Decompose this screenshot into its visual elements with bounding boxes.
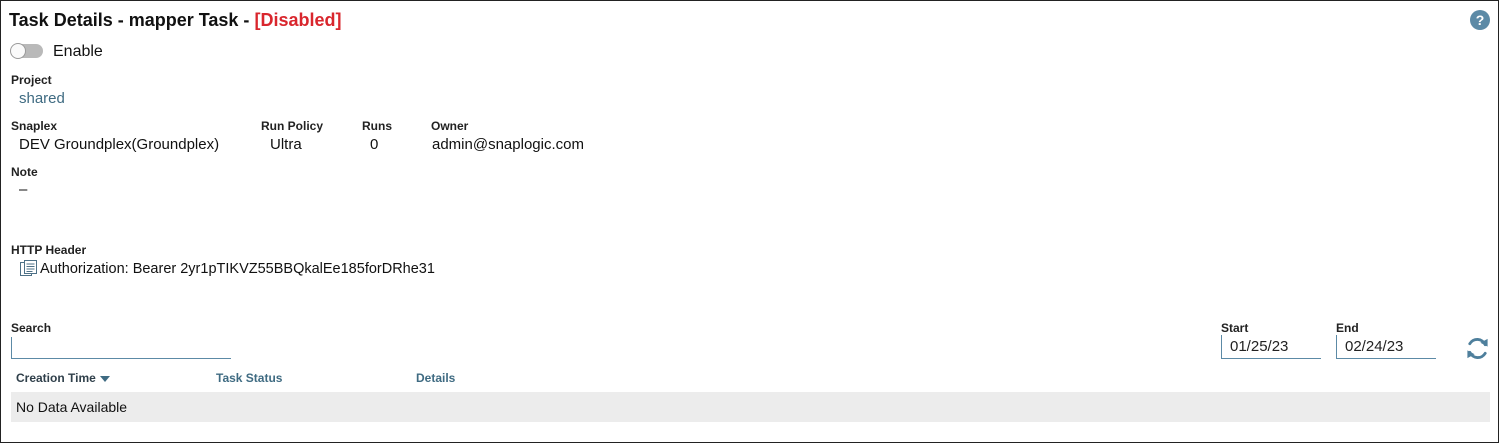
column-header-details[interactable]: Details [416,371,455,385]
http-header-value: Authorization: Bearer 2yr1pTIKVZ55BBQkal… [40,261,435,277]
search-input[interactable] [11,337,231,359]
owner-label: Owner [431,119,469,133]
table-list-icon [20,260,37,276]
enable-toggle[interactable] [10,43,43,59]
end-date-input[interactable] [1336,335,1436,359]
project-label: Project [11,73,52,87]
refresh-icon[interactable] [1465,336,1490,361]
toggle-knob [10,43,26,59]
runs-label: Runs [362,119,392,133]
task-details-panel: Task Details - mapper Task - [Disabled] … [0,0,1499,443]
owner-value: admin@snaplogic.com [432,136,584,153]
page-title: Task Details - mapper Task - [Disabled] [9,10,341,31]
snaplex-value: DEV Groundplex(Groundplex) [19,136,220,153]
title-text: Task Details - mapper Task - [9,10,250,30]
run-policy-label: Run Policy [261,119,324,133]
note-label: Note [11,165,38,179]
start-date-input[interactable] [1221,335,1321,359]
run-policy-value: Ultra [270,136,302,153]
note-value: – [19,181,28,198]
search-label: Search [11,321,52,335]
runs-value: 0 [370,136,379,153]
status-badge: [Disabled] [254,10,342,30]
column-label: Creation Time [16,371,96,385]
start-label: Start [1221,321,1249,335]
column-header-creation-time[interactable]: Creation Time [16,371,110,385]
sort-desc-icon [99,375,110,382]
http-header-label: HTTP Header [11,243,87,257]
snaplex-label: Snaplex [11,119,58,133]
enable-label: Enable [53,43,103,60]
column-header-task-status[interactable]: Task Status [216,371,282,385]
end-label: End [1336,321,1359,335]
empty-table-row: No Data Available [11,392,1490,422]
help-icon[interactable]: ? [1470,10,1490,30]
project-value[interactable]: shared [19,90,65,107]
